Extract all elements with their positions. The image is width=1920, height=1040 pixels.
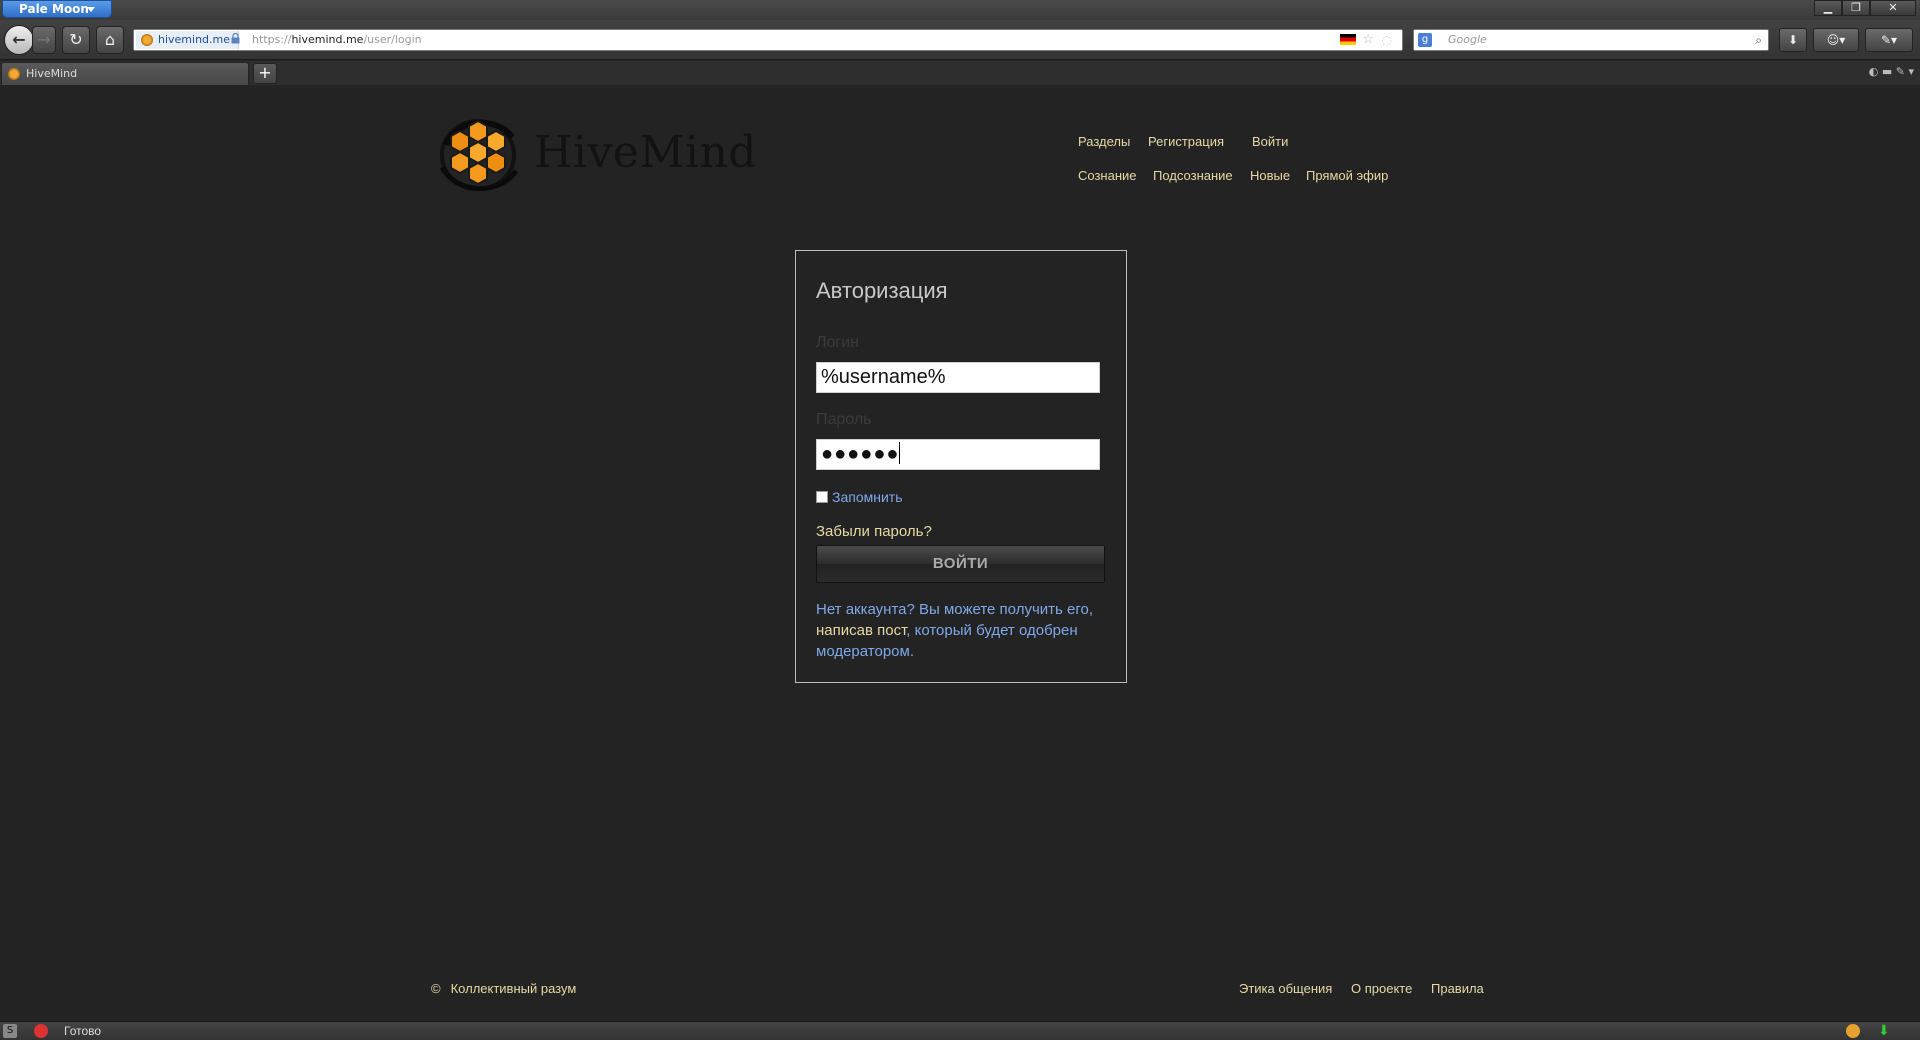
status-bar: S Готово ⬇	[0, 1021, 1920, 1040]
tools-icon: ✎▾	[1880, 33, 1898, 47]
plus-icon: +	[258, 63, 272, 82]
abp-icon[interactable]	[34, 1024, 48, 1038]
search-placeholder: Google	[1448, 33, 1487, 46]
addon-button[interactable]: ☺▾	[1813, 28, 1859, 52]
signup-text-start: Нет аккаунта? Вы можете получить его,	[816, 601, 1093, 618]
bookmark-star-icon[interactable]: ☆	[1362, 30, 1374, 50]
forward-button[interactable]: →	[32, 26, 56, 54]
search-bar[interactable]: g Google ⌕	[1413, 29, 1769, 51]
app-menu-label: Pale Moon	[19, 2, 89, 16]
copyright-symbol: ©	[431, 981, 441, 996]
restore-icon: ❐	[1851, 1, 1861, 14]
url-host: hivemind.me	[291, 33, 364, 46]
login-submit-button[interactable]: ВОЙТИ	[816, 545, 1105, 583]
home-icon: ⌂	[104, 30, 116, 49]
nav-link-consciousness[interactable]: Сознание	[1078, 168, 1137, 183]
login-title: Авторизация	[816, 278, 948, 303]
password-label: Пароль	[816, 411, 872, 428]
logo-text: HiveMind	[534, 127, 757, 178]
arrow-right-icon: →	[37, 30, 51, 49]
navigation-toolbar: ← → ↻ ⌂ hivemind.me https://hivemind.me/…	[0, 20, 1920, 60]
back-button[interactable]: ←	[4, 25, 34, 55]
search-engine-icon[interactable]: g	[1418, 33, 1432, 47]
home-button[interactable]: ⌂	[96, 26, 124, 54]
footer-copyright: © Коллективный разум	[431, 981, 576, 996]
extension-icons[interactable]: ◐ ▬ ✎ ▾	[1869, 65, 1914, 78]
login-input[interactable]: %username%	[816, 362, 1100, 393]
site-identity-label: hivemind.me	[158, 33, 231, 46]
language-flag-icon[interactable]	[1340, 34, 1356, 45]
remember-checkbox[interactable]	[816, 491, 828, 503]
signup-note: Нет аккаунта? Вы можете получить его, на…	[816, 599, 1106, 662]
reload-icon: ↻	[69, 30, 83, 49]
footer-link-ethics[interactable]: Этика общения	[1239, 981, 1332, 996]
remember-label[interactable]: Запомнить	[832, 489, 903, 505]
close-icon: ✕	[1888, 1, 1898, 14]
download-icon: ⬇	[1787, 33, 1799, 47]
chevron-down-icon	[87, 7, 95, 12]
nav-link-login[interactable]: Войти	[1252, 134, 1288, 149]
nav-link-new[interactable]: Новые	[1250, 168, 1290, 183]
arrow-left-icon: ←	[12, 30, 26, 49]
login-form: Авторизация Логин %username% Пароль ●●●●…	[795, 250, 1127, 683]
close-window-button[interactable]: ✕	[1870, 0, 1916, 16]
password-mask: ●●●●●●	[821, 443, 900, 465]
script-blocker-icon[interactable]: S	[3, 1024, 17, 1038]
copyright-text[interactable]: Коллективный разум	[451, 981, 577, 996]
url-path: /user/login	[363, 33, 422, 46]
footer-link-about[interactable]: О проекте	[1351, 981, 1412, 996]
app-menu-button[interactable]: Pale Moon	[2, 0, 112, 18]
downloads-button[interactable]: ⬇	[1779, 28, 1807, 52]
forgot-password-link[interactable]: Забыли пароль?	[816, 523, 932, 540]
addon-status-icon[interactable]	[1846, 1024, 1860, 1038]
maximize-button[interactable]: ❐	[1842, 0, 1870, 16]
write-post-link[interactable]: написав пост	[816, 622, 906, 639]
page-content: HiveMind Разделы Регистрация Войти Созна…	[0, 85, 1920, 1021]
nav-link-sections[interactable]: Разделы	[1078, 134, 1130, 149]
tab-title: HiveMind	[26, 67, 78, 80]
url-text: https://hivemind.me/user/login	[252, 30, 422, 50]
minimize-button[interactable]: ▁	[1814, 0, 1842, 16]
address-bar[interactable]: hivemind.me https://hivemind.me/user/log…	[133, 29, 1403, 51]
remember-me[interactable]: Запомнить	[816, 489, 903, 505]
status-text: Готово	[64, 1024, 102, 1038]
footer-link-rules[interactable]: Правила	[1431, 981, 1484, 996]
tab-hivemind[interactable]: HiveMind	[1, 62, 249, 85]
honeycomb-logo-icon	[439, 119, 519, 191]
site-logo[interactable]: HiveMind	[438, 115, 758, 195]
reload-button[interactable]: ↻	[62, 26, 90, 54]
nav-link-live[interactable]: Прямой эфир	[1306, 168, 1388, 183]
tools-menu-button[interactable]: ✎▾	[1865, 28, 1913, 52]
password-input[interactable]: ●●●●●●	[816, 439, 1100, 470]
browser-window: Pale Moon ▁ ❐ ✕ ← → ↻ ⌂ hivemind.me http…	[0, 0, 1920, 1040]
addon-icon: ☺▾	[1826, 33, 1846, 47]
tab-bar-tools[interactable]: ◐ ▬ ✎ ▾	[1869, 65, 1914, 78]
new-tab-button[interactable]: +	[253, 63, 277, 84]
title-bar: Pale Moon ▁ ❐ ✕	[0, 0, 1920, 20]
tab-bar: HiveMind + ◐ ▬ ✎ ▾	[0, 61, 1920, 85]
search-icon[interactable]: ⌕	[1755, 30, 1762, 50]
tab-favicon-icon	[8, 68, 20, 80]
nav-link-register[interactable]: Регистрация	[1148, 134, 1224, 149]
download-status-icon[interactable]: ⬇	[1878, 1024, 1892, 1038]
site-favicon-icon	[141, 34, 153, 46]
feed-icon[interactable]: ◌	[1382, 30, 1392, 50]
url-scheme: https://	[252, 33, 292, 46]
site-identity-button[interactable]: hivemind.me	[136, 31, 240, 49]
login-label: Логин	[816, 334, 860, 351]
nav-link-subconscious[interactable]: Подсознание	[1153, 168, 1233, 183]
text-cursor	[899, 442, 901, 464]
lock-icon	[231, 33, 240, 44]
minimize-icon: ▁	[1823, 1, 1833, 14]
